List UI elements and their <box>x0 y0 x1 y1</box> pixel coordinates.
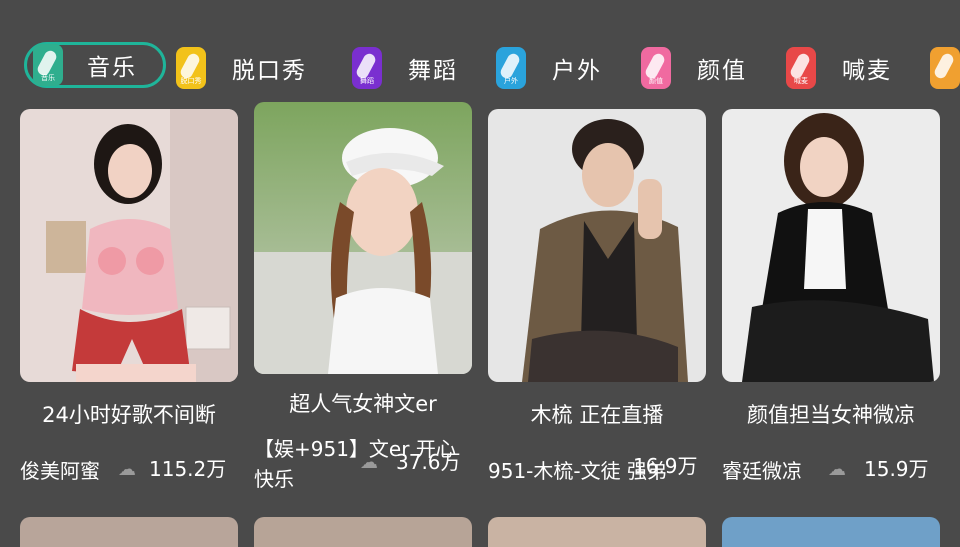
room-meta: 【娱+951】文er 开心快乐 ☁ 37.6万 <box>254 434 490 496</box>
anchor-name: 睿廷微凉 <box>722 459 802 483</box>
tab-label: 颜值 <box>697 58 747 84</box>
room-cover-image[interactable] <box>254 102 472 374</box>
fire-heat-icon: ☁ <box>118 459 136 480</box>
room-cover-image[interactable] <box>254 517 472 547</box>
anchor-name: 俊美阿蜜 <box>20 459 100 483</box>
room-meta: 俊美阿蜜 ☁ 115.2万 <box>20 453 256 483</box>
heat-count: 15.9万 <box>864 457 929 481</box>
talkshow-category-icon: 脱口秀 <box>176 47 206 89</box>
shout-mic-category-icon: 喊麦 <box>786 47 816 89</box>
room-title: 颜值担当女神微凉 <box>747 403 915 427</box>
tab-next-partial[interactable] <box>930 44 960 92</box>
tab-dance[interactable]: 舞蹈 舞蹈 <box>352 44 458 92</box>
room-cover-image[interactable] <box>722 517 940 547</box>
outdoor-category-icon: 户外 <box>496 47 526 89</box>
tab-label: 舞蹈 <box>408 58 458 84</box>
room-title: 木梳 正在直播 <box>530 403 664 427</box>
heat-count: 37.6万 <box>396 450 461 474</box>
fire-heat-icon: ☁ <box>828 459 846 480</box>
room-title: 24小时好歌不间断 <box>42 403 216 427</box>
room-cover-image[interactable] <box>488 109 706 382</box>
tab-label: 脱口秀 <box>232 58 307 84</box>
heat-count: 115.2万 <box>149 457 227 481</box>
tab-label: 喊麦 <box>842 58 892 84</box>
tab-label: 户外 <box>552 58 602 84</box>
room-title: 超人气女神文er <box>289 392 437 416</box>
tab-label: 音乐 <box>87 55 137 81</box>
beauty-category-icon: 颜值 <box>641 47 671 89</box>
room-cover-image[interactable] <box>20 109 238 382</box>
room-meta: 睿廷微凉 ☁ 15.9万 <box>722 453 958 483</box>
fire-heat-icon: ☁ <box>360 452 378 473</box>
room-meta: 16.9万 951-木梳-文徒 强弟 <box>488 453 724 483</box>
tab-shout-mic[interactable]: 喊麦 喊麦 <box>786 44 892 92</box>
room-cover-image[interactable] <box>20 517 238 547</box>
music-category-icon: 音乐 <box>33 44 63 86</box>
anchor-name: 951-木梳-文徒 强弟 <box>488 459 667 483</box>
room-cover-image[interactable] <box>722 109 940 382</box>
category-icon <box>930 47 960 89</box>
tab-outdoor[interactable]: 户外 户外 <box>496 44 602 92</box>
dance-category-icon: 舞蹈 <box>352 47 382 89</box>
tab-beauty[interactable]: 颜值 颜值 <box>641 44 747 92</box>
category-tab-bar: 音乐 音乐 脱口秀 脱口秀 舞蹈 舞蹈 户外 户外 颜值 颜值 喊麦 喊麦 <box>24 40 960 96</box>
tab-talkshow[interactable]: 脱口秀 脱口秀 <box>176 44 307 92</box>
tab-music[interactable]: 音乐 音乐 <box>24 42 166 88</box>
room-cover-image[interactable] <box>488 517 706 547</box>
